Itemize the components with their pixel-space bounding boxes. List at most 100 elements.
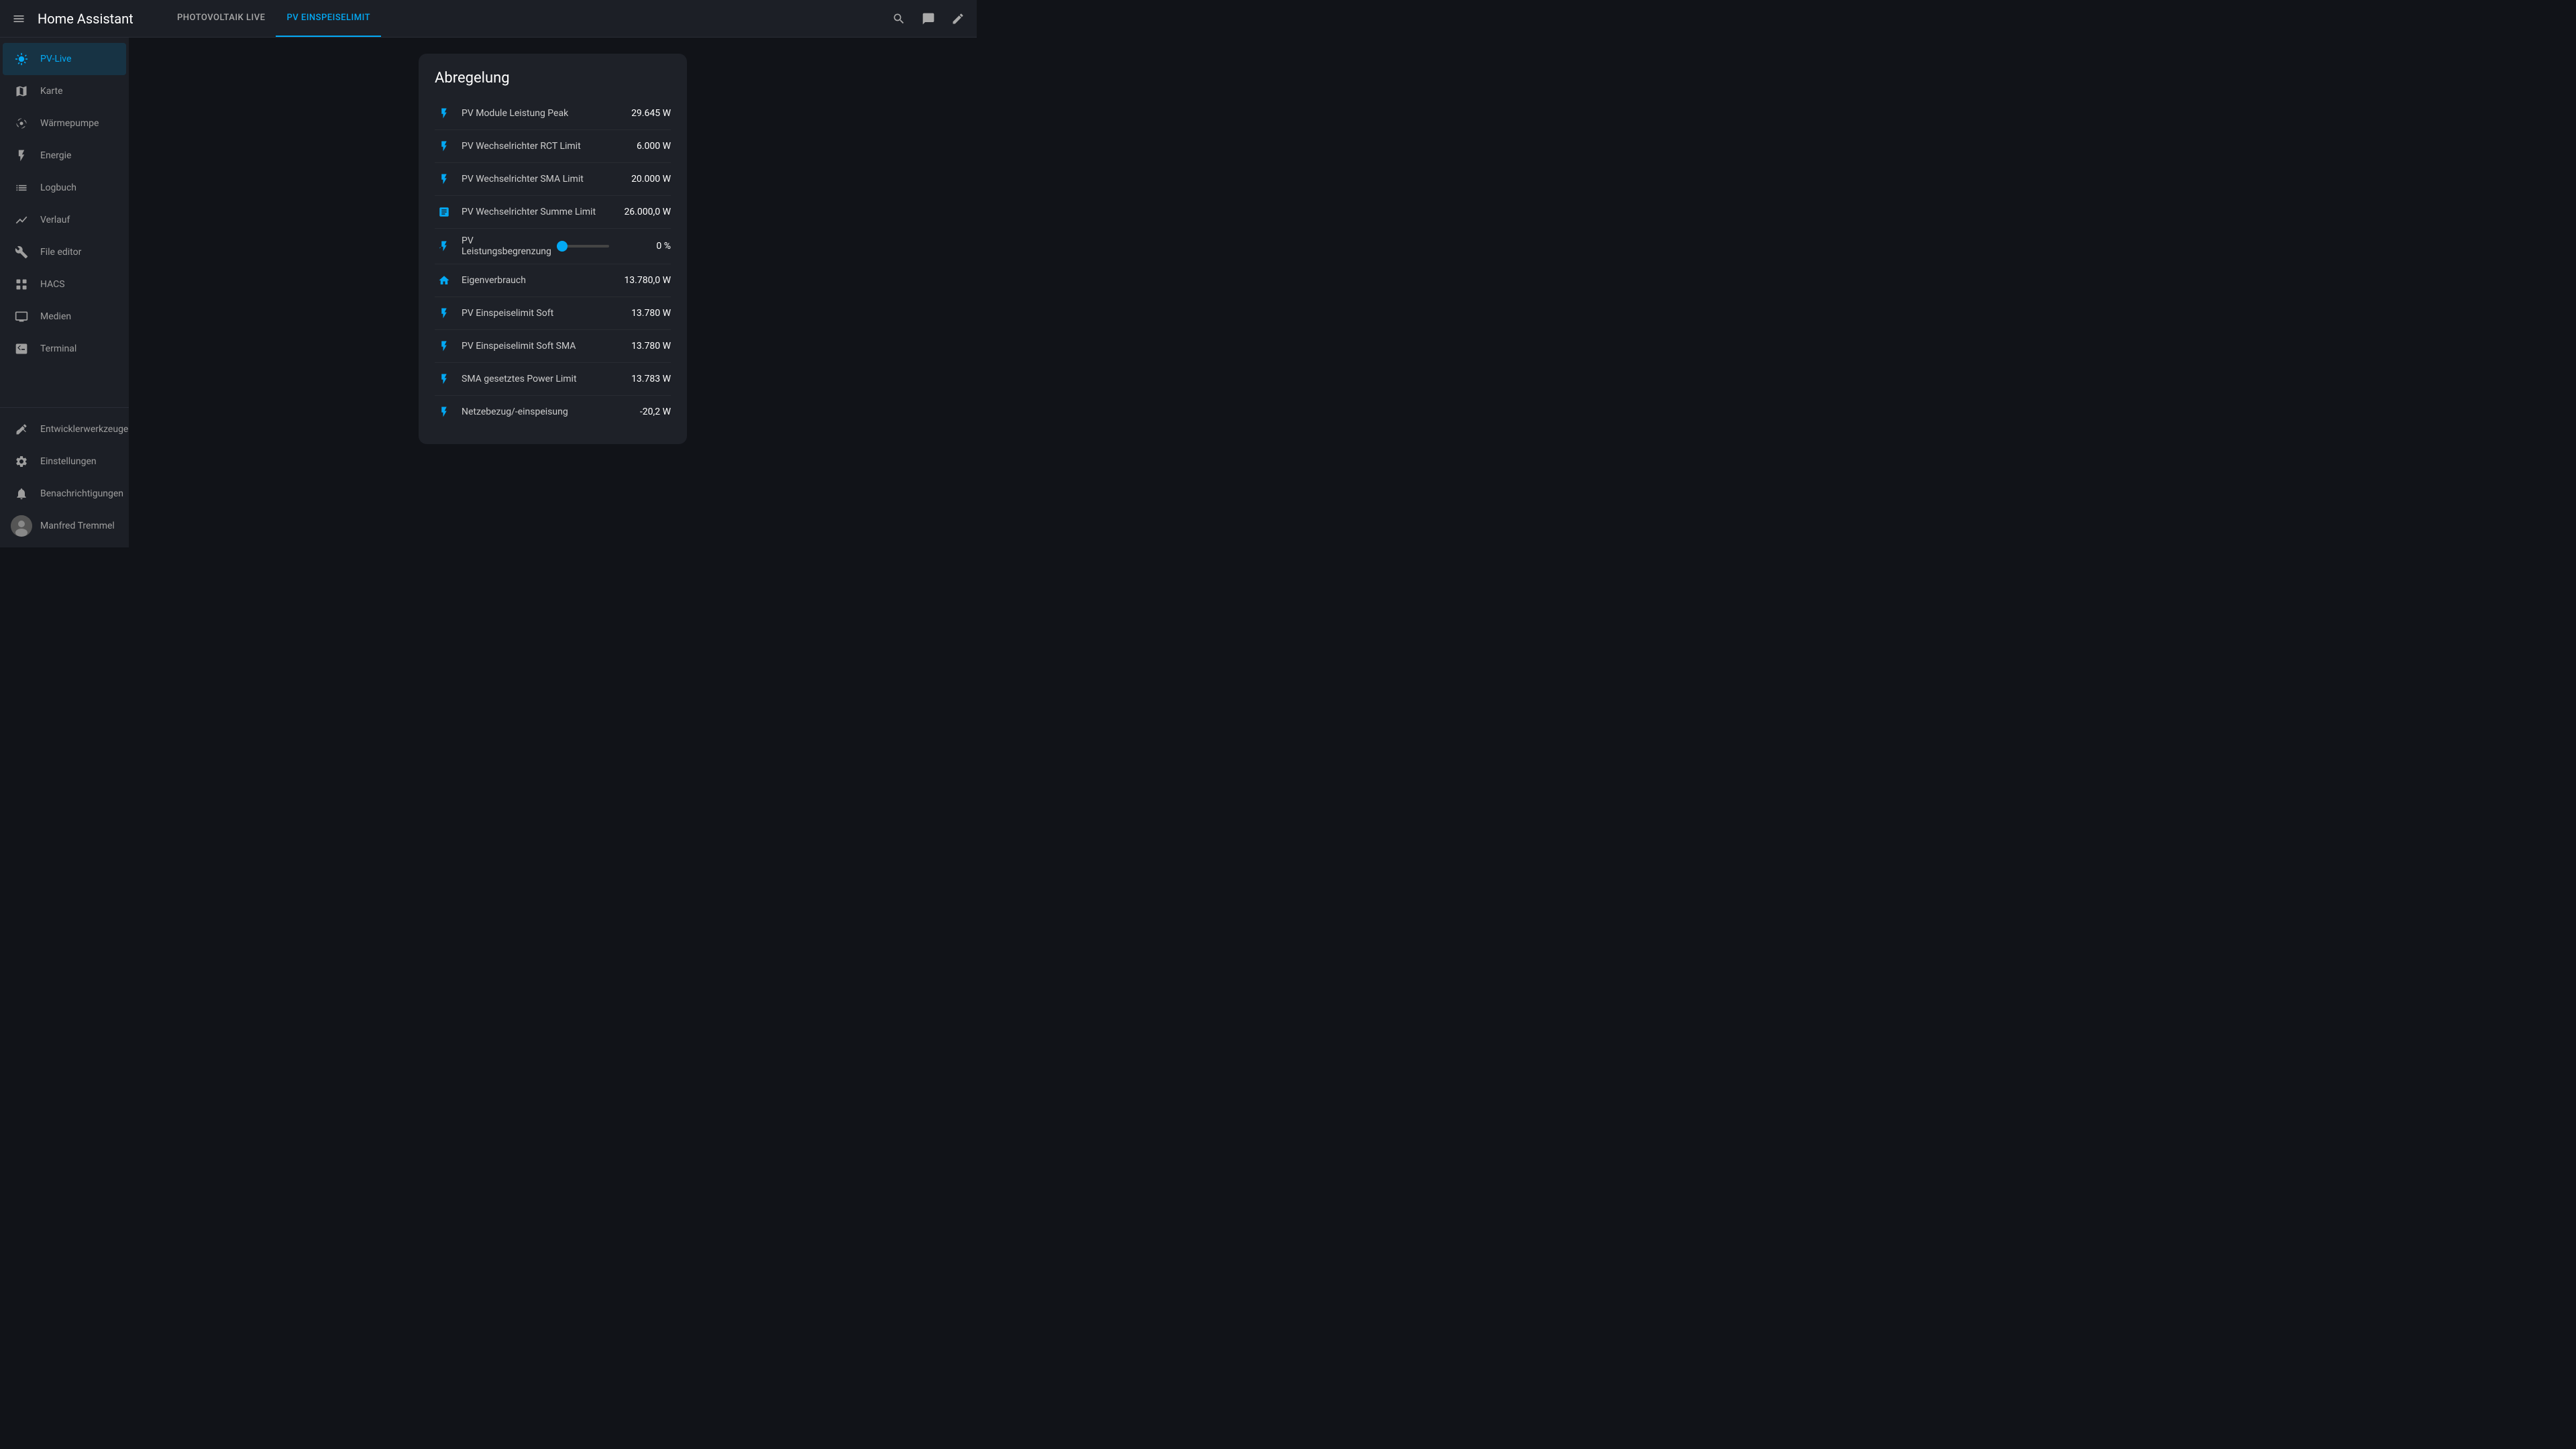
map-icon bbox=[13, 83, 30, 99]
row-value: 0 % bbox=[617, 241, 671, 252]
avatar bbox=[11, 515, 32, 537]
bolt-icon bbox=[435, 137, 453, 156]
row-value: 13.780 W bbox=[617, 308, 671, 319]
table-row: SMA gesetztes Power Limit 13.783 W bbox=[435, 363, 671, 396]
row-value: 13.780 W bbox=[617, 341, 671, 352]
media-icon bbox=[13, 309, 30, 325]
sidebar: PV-Live Karte Wärmepumpe bbox=[0, 38, 129, 547]
fan-icon bbox=[13, 115, 30, 131]
sidebar-item-waermepumpe[interactable]: Wärmepumpe bbox=[3, 107, 126, 140]
tab-photovoltaik-live[interactable]: PHOTOVOLTAIK LIVE bbox=[166, 0, 276, 37]
bolt-icon bbox=[13, 148, 30, 164]
row-label: Netzebezug/-einspeisung bbox=[462, 407, 609, 417]
terminal-icon bbox=[13, 341, 30, 357]
row-label: PV Module Leistung Peak bbox=[462, 108, 609, 119]
user-name: Manfred Tremmel bbox=[40, 521, 115, 531]
row-value: 20.000 W bbox=[617, 174, 671, 184]
sidebar-item-label: File editor bbox=[40, 247, 81, 258]
slider-container bbox=[559, 245, 609, 248]
sidebar-item-label: Entwicklerwerkzeuge bbox=[40, 424, 128, 435]
sidebar-item-label: PV-Live bbox=[40, 54, 71, 64]
sidebar-user[interactable]: Manfred Tremmel bbox=[0, 510, 129, 542]
row-value: 13.783 W bbox=[617, 374, 671, 384]
sidebar-item-label: Energie bbox=[40, 150, 71, 161]
row-label: PV Leistungsbegrenzung bbox=[462, 235, 551, 257]
chart-icon bbox=[13, 212, 30, 228]
table-row: PV Wechselrichter SMA Limit 20.000 W bbox=[435, 163, 671, 196]
app-title: Home Assistant bbox=[38, 11, 145, 27]
table-row: PV Leistungsbegrenzung 0 % bbox=[435, 229, 671, 264]
sidebar-item-label: Logbuch bbox=[40, 182, 76, 193]
sidebar-item-label: Karte bbox=[40, 86, 63, 97]
table-row: PV Wechselrichter RCT Limit 6.000 W bbox=[435, 130, 671, 163]
card-rows: PV Module Leistung Peak 29.645 W PV Wech… bbox=[435, 97, 671, 428]
row-value: 6.000 W bbox=[617, 141, 671, 152]
edit-button[interactable] bbox=[945, 5, 971, 32]
tools-icon bbox=[13, 421, 30, 437]
sidebar-item-karte[interactable]: Karte bbox=[3, 75, 126, 107]
sidebar-item-label: Benachrichtigungen bbox=[40, 488, 123, 499]
sidebar-item-verlauf[interactable]: Verlauf bbox=[3, 204, 126, 236]
row-label: PV Wechselrichter Summe Limit bbox=[462, 207, 609, 217]
tab-pv-einspeiselimit[interactable]: PV EINSPEISELIMIT bbox=[276, 0, 381, 37]
sidebar-item-medien[interactable]: Medien bbox=[3, 301, 126, 333]
sidebar-item-entwicklerwerkzeuge[interactable]: Entwicklerwerkzeuge bbox=[3, 413, 126, 445]
menu-button[interactable] bbox=[5, 5, 32, 32]
bolt-icon bbox=[435, 104, 453, 123]
hacs-icon bbox=[13, 276, 30, 292]
bolt-arrow-icon bbox=[435, 237, 453, 256]
settings-icon bbox=[13, 453, 30, 470]
row-value: -20,2 W bbox=[617, 407, 671, 417]
table-row: Eigenverbrauch 13.780,0 W bbox=[435, 264, 671, 297]
home-icon bbox=[435, 271, 453, 290]
row-label: PV Einspeiselimit Soft bbox=[462, 308, 609, 319]
abregelung-card: Abregelung PV Module Leistung Peak 29.64… bbox=[419, 54, 687, 444]
chat-button[interactable] bbox=[915, 5, 942, 32]
row-value: 26.000,0 W bbox=[617, 207, 671, 217]
row-value: 13.780,0 W bbox=[617, 275, 671, 286]
table-row: PV Einspeiselimit Soft SMA 13.780 W bbox=[435, 330, 671, 363]
bolt-icon bbox=[435, 370, 453, 388]
bolt-grid-icon bbox=[435, 402, 453, 421]
slider-track[interactable] bbox=[559, 245, 609, 248]
sun-icon bbox=[13, 51, 30, 67]
table-row: PV Module Leistung Peak 29.645 W bbox=[435, 97, 671, 130]
main-layout: PV-Live Karte Wärmepumpe bbox=[0, 38, 977, 547]
row-value: 29.645 W bbox=[617, 108, 671, 119]
bolt-icon bbox=[435, 170, 453, 189]
sidebar-item-logbuch[interactable]: Logbuch bbox=[3, 172, 126, 204]
sidebar-divider bbox=[0, 407, 129, 408]
sidebar-item-hacs[interactable]: HACS bbox=[3, 268, 126, 301]
sidebar-item-label: Medien bbox=[40, 311, 71, 322]
bell-icon bbox=[13, 486, 30, 502]
sidebar-item-label: Einstellungen bbox=[40, 456, 97, 467]
sidebar-item-label: Terminal bbox=[40, 343, 76, 354]
content-area: Abregelung PV Module Leistung Peak 29.64… bbox=[129, 38, 977, 547]
row-label: PV Wechselrichter SMA Limit bbox=[462, 174, 609, 184]
calculator-icon bbox=[435, 203, 453, 221]
row-label: SMA gesetztes Power Limit bbox=[462, 374, 609, 384]
row-label: PV Wechselrichter RCT Limit bbox=[462, 141, 609, 152]
sidebar-item-label: HACS bbox=[40, 279, 65, 290]
sidebar-item-label: Wärmepumpe bbox=[40, 118, 99, 129]
search-button[interactable] bbox=[885, 5, 912, 32]
sidebar-item-einstellungen[interactable]: Einstellungen bbox=[3, 445, 126, 478]
sidebar-item-file-editor[interactable]: File editor bbox=[3, 236, 126, 268]
slider-thumb[interactable] bbox=[557, 241, 568, 252]
card-title: Abregelung bbox=[435, 70, 671, 87]
sidebar-item-pv-live[interactable]: PV-Live bbox=[3, 43, 126, 75]
topbar: Home Assistant PHOTOVOLTAIK LIVE PV EINS… bbox=[0, 0, 977, 38]
table-row: Netzebezug/-einspeisung -20,2 W bbox=[435, 396, 671, 428]
sidebar-item-energie[interactable]: Energie bbox=[3, 140, 126, 172]
topbar-actions bbox=[885, 5, 971, 32]
sidebar-item-terminal[interactable]: Terminal bbox=[3, 333, 126, 365]
bolt-icon bbox=[435, 304, 453, 323]
bolt-icon bbox=[435, 337, 453, 356]
sidebar-item-label: Verlauf bbox=[40, 215, 70, 225]
sidebar-item-benachrichtigungen[interactable]: Benachrichtigungen bbox=[3, 478, 126, 510]
tab-bar: PHOTOVOLTAIK LIVE PV EINSPEISELIMIT bbox=[166, 0, 885, 37]
table-row: PV Wechselrichter Summe Limit 26.000,0 W bbox=[435, 196, 671, 229]
row-label: Eigenverbrauch bbox=[462, 275, 609, 286]
list-icon bbox=[13, 180, 30, 196]
row-label: PV Einspeiselimit Soft SMA bbox=[462, 341, 609, 352]
